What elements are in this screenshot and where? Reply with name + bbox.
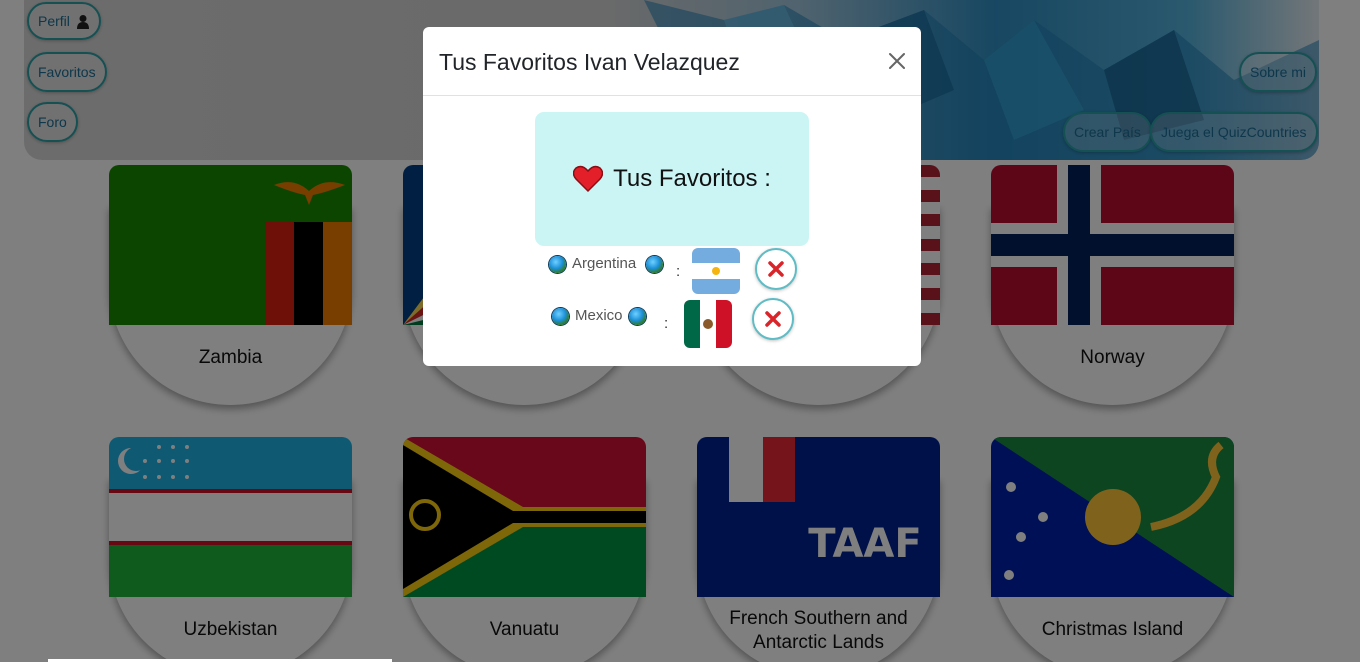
favorites-modal: Tus Favoritos Ivan Velazquez Tus Favorit… [423, 27, 921, 366]
cross-icon [768, 261, 784, 277]
flag-argentina [692, 248, 740, 294]
modal-title: Tus Favoritos Ivan Velazquez [439, 49, 740, 75]
globe-icon [646, 256, 663, 273]
favorite-country-name: Argentina [572, 255, 637, 272]
cross-icon [765, 311, 781, 327]
remove-favorite-button[interactable] [755, 248, 797, 290]
favorite-item: Mexico : [423, 298, 921, 348]
flag-mexico [684, 300, 732, 348]
globe-icon [629, 308, 646, 325]
favorites-heading-box: Tus Favoritos : [535, 112, 809, 246]
favorites-heading: Tus Favoritos : [613, 165, 771, 192]
globe-icon [549, 256, 566, 273]
favorite-item: Argentina : [423, 246, 921, 296]
separator: : [676, 263, 681, 280]
close-icon[interactable] [885, 49, 909, 73]
remove-favorite-button[interactable] [752, 298, 794, 340]
favorite-country-name: Mexico [575, 307, 623, 324]
heart-icon [573, 165, 604, 193]
modal-header: Tus Favoritos Ivan Velazquez [423, 27, 921, 96]
separator: : [664, 315, 669, 332]
globe-icon [552, 308, 569, 325]
